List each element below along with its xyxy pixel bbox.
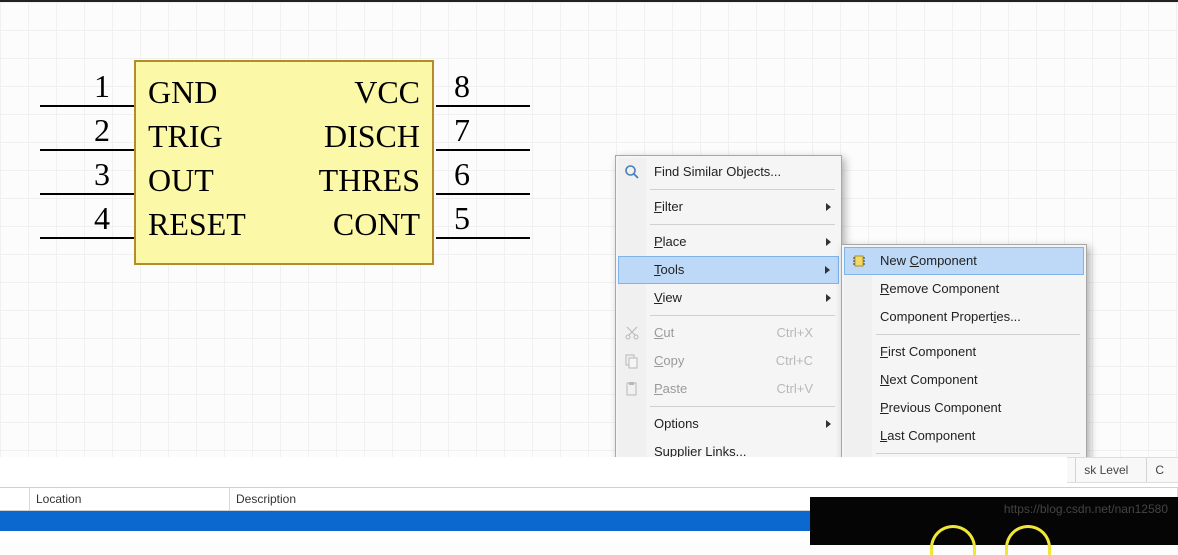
menu-label: Remove Component [880, 281, 999, 296]
preview-shape [930, 525, 976, 555]
pin-number: 2 [94, 112, 110, 149]
menu-separator [876, 334, 1080, 335]
menu-label: Place [654, 234, 687, 249]
menu-view[interactable]: View [618, 284, 839, 312]
pin-label: DISCH [324, 118, 420, 155]
menu-find-similar[interactable]: Find Similar Objects... [618, 158, 839, 186]
right-tabs: sk Level C [1067, 457, 1178, 483]
menu-remove-component[interactable]: Remove Component [844, 275, 1084, 303]
menu-label: Tools [654, 262, 684, 277]
bottom-panel: sk Level C Location Description https://… [0, 457, 1178, 543]
menu-label: Previous Component [880, 400, 1001, 415]
preview-pane: https://blog.csdn.net/nan12580 [810, 497, 1178, 545]
menu-label: Options [654, 416, 699, 431]
pin-number: 7 [454, 112, 470, 149]
menu-label: First Component [880, 344, 976, 359]
menu-copy: Copy Ctrl+C [618, 347, 839, 375]
menu-previous-component[interactable]: Previous Component [844, 394, 1084, 422]
header-blank[interactable] [0, 488, 30, 510]
menu-label: Find Similar Objects... [654, 164, 781, 179]
pin-number: 6 [454, 156, 470, 193]
menu-label: Copy [654, 353, 684, 368]
menu-label: Next Component [880, 372, 978, 387]
context-menu: Find Similar Objects... Filter Place Too… [615, 155, 842, 469]
menu-label: Paste [654, 381, 687, 396]
menu-separator [876, 453, 1080, 454]
menu-separator [650, 315, 835, 316]
menu-separator [650, 189, 835, 190]
pin-label: GND [148, 74, 217, 111]
tab-sk-level[interactable]: sk Level [1075, 458, 1136, 482]
pin-label: TRIG [148, 118, 223, 155]
pin-line [40, 237, 134, 239]
menu-label: Component Properties... [880, 309, 1021, 324]
menu-options[interactable]: Options [618, 410, 839, 438]
paste-icon [624, 381, 640, 397]
pin-label: OUT [148, 162, 214, 199]
pin-number: 3 [94, 156, 110, 193]
pin-label: CONT [333, 206, 420, 243]
menu-label: View [654, 290, 682, 305]
menu-tools[interactable]: Tools [618, 256, 839, 284]
submenu-arrow-icon [826, 294, 831, 302]
pin-number: 8 [454, 68, 470, 105]
copy-icon [624, 353, 640, 369]
menu-place[interactable]: Place [618, 228, 839, 256]
pin-line [436, 105, 530, 107]
submenu-arrow-icon [825, 266, 830, 274]
selected-row[interactable] [0, 511, 810, 531]
menu-shortcut: Ctrl+V [777, 375, 813, 403]
pin-label: VCC [354, 74, 420, 111]
pin-line [436, 149, 530, 151]
header-location[interactable]: Location [30, 488, 230, 510]
menu-first-component[interactable]: First Component [844, 338, 1084, 366]
menu-new-component[interactable]: New Component [844, 247, 1084, 275]
pin-line [40, 193, 134, 195]
pin-label: RESET [148, 206, 246, 243]
pin-label: THRES [319, 162, 420, 199]
menu-shortcut: Ctrl+X [777, 319, 813, 347]
magnifier-icon [624, 164, 640, 180]
watermark-text: https://blog.csdn.net/nan12580 [1004, 502, 1168, 516]
menu-separator [650, 406, 835, 407]
pin-number: 4 [94, 200, 110, 237]
menu-component-properties[interactable]: Component Properties... [844, 303, 1084, 331]
menu-separator [650, 224, 835, 225]
menu-last-component[interactable]: Last Component [844, 422, 1084, 450]
menu-label: Cut [654, 325, 674, 340]
submenu-arrow-icon [826, 420, 831, 428]
pin-line [436, 193, 530, 195]
submenu-arrow-icon [826, 238, 831, 246]
menu-cut: Cut Ctrl+X [618, 319, 839, 347]
tab-c[interactable]: C [1146, 458, 1172, 482]
pin-line [40, 149, 134, 151]
menu-shortcut: Ctrl+C [776, 347, 813, 375]
menu-paste: Paste Ctrl+V [618, 375, 839, 403]
scissors-icon [624, 325, 640, 341]
menu-filter[interactable]: Filter [618, 193, 839, 221]
pin-line [436, 237, 530, 239]
menu-next-component[interactable]: Next Component [844, 366, 1084, 394]
menu-label: New Component [880, 253, 977, 268]
schematic-component[interactable]: GND TRIG OUT RESET VCC DISCH THRES CONT [134, 60, 434, 265]
preview-shape [1005, 525, 1051, 555]
submenu-arrow-icon [826, 203, 831, 211]
pin-number: 5 [454, 200, 470, 237]
pin-line [40, 105, 134, 107]
chip-icon [851, 253, 867, 269]
menu-label: Last Component [880, 428, 975, 443]
menu-label: Filter [654, 199, 683, 214]
pin-number: 1 [94, 68, 110, 105]
